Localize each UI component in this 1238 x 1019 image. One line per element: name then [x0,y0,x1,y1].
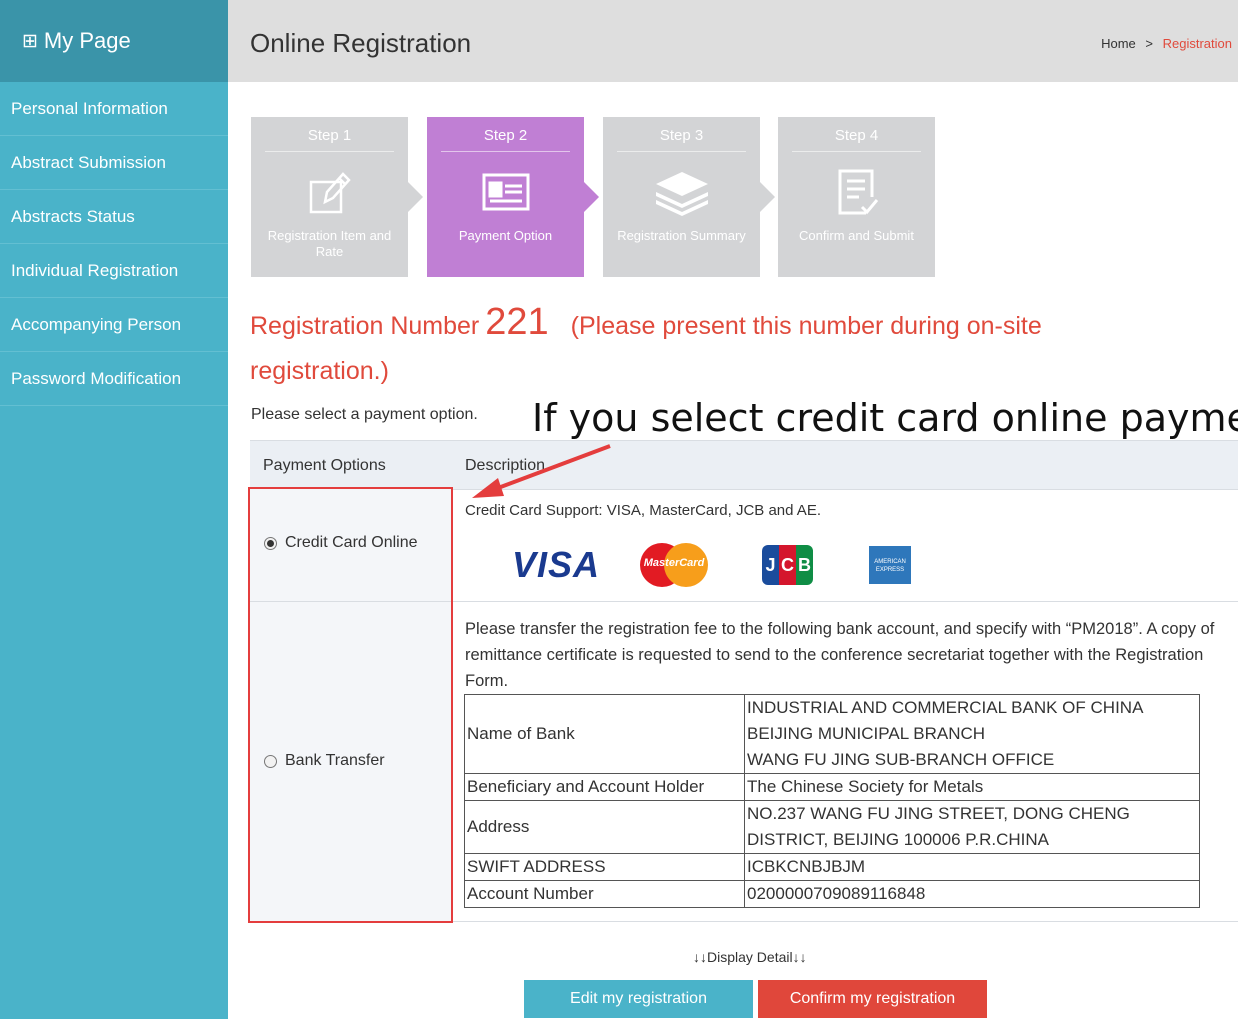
step-arrow [584,182,599,212]
header-bar: Online Registration Home > Registration [228,0,1238,82]
step-2: Step 2 Payment Option [427,117,599,277]
bank-details-table: Name of Bank INDUSTRIAL AND COMMERCIAL B… [464,694,1200,908]
bank-key: Name of Bank [464,694,745,774]
step-number: Step 2 [483,127,528,144]
header-description: Description [465,457,546,474]
step-number: Step 4 [834,127,879,144]
step-divider [792,151,921,152]
sidebar-item-password-modification[interactable]: Password Modification [0,352,228,406]
step-1: Step 1 Registration Item and Rate [251,117,423,277]
sidebar-item-individual-registration[interactable]: Individual Registration [0,244,228,298]
step-divider [441,151,570,152]
breadcrumb: Home > Registration [1101,36,1232,51]
step-label: Confirm and Submit [799,228,914,243]
bank-key: SWIFT ADDRESS [464,853,745,881]
edit-form-icon [251,158,408,228]
registration-number-label: Registration Number [250,312,480,340]
table-row: Name of Bank INDUSTRIAL AND COMMERCIAL B… [464,694,1200,774]
display-detail-link[interactable]: ↓↓Display Detail↓↓ [693,949,807,965]
step-number: Step 1 [307,127,352,144]
sidebar-item-abstract-submission[interactable]: Abstract Submission [0,136,228,190]
page-title: Online Registration [250,28,472,58]
step-label: Registration Item and Rate [267,228,392,259]
registration-number: 221 [485,301,549,343]
highlight-box [248,487,453,923]
step-divider [617,151,746,152]
step-4: Step 4 Confirm and Submit [778,117,935,277]
registration-number-line: Registration Number 221 (Please present th… [250,300,1150,394]
bank-key: Address [464,800,745,854]
sidebar: ⊞ My Page Personal Information Abstract … [0,0,228,1019]
mastercard-logo-icon: MasterCard [640,543,709,587]
table-row: SWIFT ADDRESS ICBKCNBJBJM [464,853,1200,881]
bank-key: Beneficiary and Account Holder [464,773,745,801]
step-arrow [408,182,423,212]
bank-value: 0200000709089116848 [744,880,1200,908]
table-header: Payment Options Description [250,440,1238,490]
select-payment-prompt: Please select a payment option. [251,406,478,423]
bank-transfer-instructions: Please transfer the registration fee to … [465,620,1215,690]
id-card-icon [427,158,584,228]
step-label: Payment Option [458,228,553,243]
grid-icon: ⊞ [22,30,38,52]
credit-card-support-text: Credit Card Support: VISA, MasterCard, J… [465,502,821,519]
bank-value: The Chinese Society for Metals [744,773,1200,801]
visa-logo-icon: VISA [512,544,601,585]
header-payment-options: Payment Options [263,457,386,474]
sidebar-item-accompanying-person[interactable]: Accompanying Person [0,298,228,352]
annotation-callout-text: If you select credit card online payme [532,396,1238,440]
bank-value: NO.237 WANG FU JING STREET, DONG CHENG D… [744,800,1200,854]
step-arrow [760,182,775,212]
bank-key: Account Number [464,880,745,908]
layers-icon [603,158,760,228]
step-label: Registration Summary [617,228,746,243]
breadcrumb-current[interactable]: Registration [1163,36,1232,51]
card-logos: VISA MasterCard J C B AMERICAN EXPRESS [512,543,912,587]
sidebar-header[interactable]: ⊞ My Page [0,0,228,82]
breadcrumb-separator: > [1145,36,1153,51]
table-row: Account Number 0200000709089116848 [464,880,1200,908]
table-row: Beneficiary and Account Holder The Chine… [464,773,1200,801]
confirm-registration-button[interactable]: Confirm my registration [758,980,987,1018]
bank-value: ICBKCNBJBJM [744,853,1200,881]
bank-value: INDUSTRIAL AND COMMERCIAL BANK OF CHINA … [744,694,1200,774]
table-row: Address NO.237 WANG FU JING STREET, DONG… [464,800,1200,854]
sidebar-title: My Page [43,28,131,53]
step-divider [265,151,394,152]
sidebar-item-personal-information[interactable]: Personal Information [0,82,228,136]
step-3: Step 3 Registration Summary [603,117,775,277]
amex-logo-icon: AMERICAN EXPRESS [869,546,912,584]
step-number: Step 3 [659,127,704,144]
sidebar-item-abstracts-status[interactable]: Abstracts Status [0,190,228,244]
breadcrumb-home[interactable]: Home [1101,36,1136,51]
edit-registration-button[interactable]: Edit my registration [524,980,753,1018]
jcb-logo-icon: J C B [762,545,814,585]
checklist-icon [778,158,935,228]
